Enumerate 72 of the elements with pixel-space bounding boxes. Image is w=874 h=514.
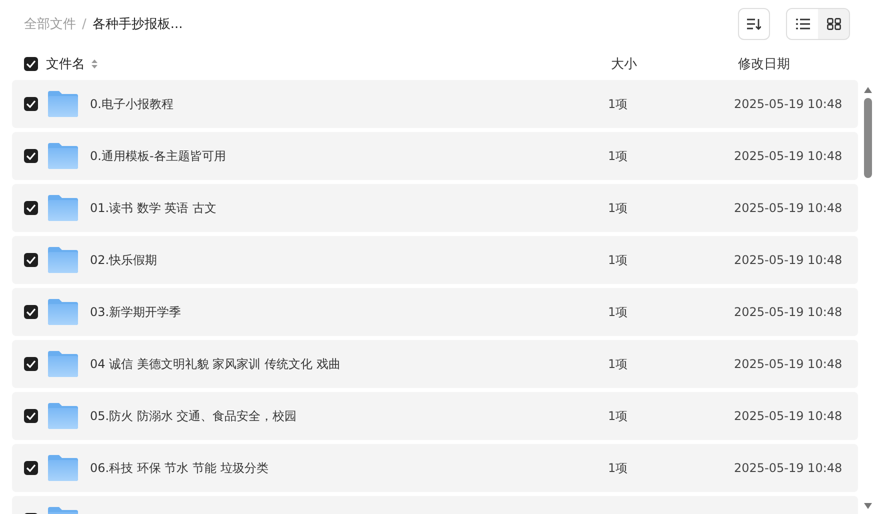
file-row[interactable]: 03.新学期开学季 1项 2025-05-19 10:48 xyxy=(12,288,858,336)
size-cell: 1项 xyxy=(608,408,628,424)
check-icon xyxy=(26,100,36,108)
folder-icon xyxy=(48,299,78,325)
size-cell: 1项 xyxy=(608,148,628,164)
file-name[interactable]: 0.通用模板-各主题皆可用 xyxy=(90,148,226,164)
checkbox[interactable] xyxy=(24,97,38,111)
checkbox[interactable] xyxy=(24,149,38,163)
checkbox[interactable] xyxy=(24,357,38,371)
folder-icon xyxy=(48,247,78,273)
size-cell: 1项 xyxy=(608,304,628,320)
checkbox[interactable] xyxy=(24,201,38,215)
scroll-up-icon[interactable] xyxy=(863,86,873,94)
file-name[interactable]: 03.新学期开学季 xyxy=(90,304,182,320)
date-cell: 2025-05-19 10:48 xyxy=(734,149,842,163)
folder-icon xyxy=(48,351,78,377)
folder-icon xyxy=(48,403,78,429)
check-icon xyxy=(26,308,36,316)
date-cell: 2025-05-19 10:48 xyxy=(734,253,842,267)
file-row[interactable]: 04 诚信 美德文明礼貌 家风家训 传统文化 戏曲 1项 2025-05-19 10:48 xyxy=(12,340,858,388)
file-row[interactable]: 0.电子小报教程 1项 2025-05-19 10:48 xyxy=(12,80,858,128)
breadcrumb-separator: / xyxy=(82,16,86,32)
file-name[interactable]: 01.读书 数学 英语 古文 xyxy=(90,200,217,216)
size-cell: 1项 xyxy=(608,252,628,268)
checkbox[interactable] xyxy=(24,409,38,423)
size-cell: 1项 xyxy=(608,200,628,216)
column-header[interactable]: 修改日期 xyxy=(738,55,790,73)
scroll-thumb[interactable] xyxy=(864,98,872,178)
file-row[interactable]: 05.防火 防溺水 交通、食品安全，校园 1项 2025-05-19 10:48 xyxy=(12,392,858,440)
file-name[interactable]: 02.快乐假期 xyxy=(90,252,158,268)
breadcrumb-link[interactable]: 各种手抄报板... xyxy=(92,15,183,33)
checkbox[interactable] xyxy=(24,305,38,319)
file-row[interactable]: 06.科技 环保 节水 节能 垃圾分类 1项 2025-05-19 10:48 xyxy=(12,444,858,492)
sort-icon xyxy=(747,18,761,30)
file-name[interactable]: 04 诚信 美德文明礼貌 家风家训 传统文化 戏曲 xyxy=(90,356,340,372)
folder-icon xyxy=(48,195,78,221)
file-row[interactable]: 01.读书 数学 英语 古文 1项 2025-05-19 10:48 xyxy=(12,184,858,232)
check-icon xyxy=(26,204,36,212)
checkbox[interactable] xyxy=(24,461,38,475)
date-cell: 2025-05-19 10:48 xyxy=(734,409,842,423)
check-icon xyxy=(26,152,36,160)
list-view-button[interactable] xyxy=(787,9,818,39)
sort-arrows-icon xyxy=(91,59,98,69)
column-header[interactable]: 大小 xyxy=(611,55,637,73)
scroll-down-icon[interactable] xyxy=(863,502,873,510)
file-name[interactable]: 06.科技 环保 节水 节能 垃圾分类 xyxy=(90,460,268,476)
file-row[interactable]: 02.快乐假期 1项 2025-05-19 10:48 xyxy=(12,236,858,284)
date-cell: 2025-05-19 10:48 xyxy=(734,201,842,215)
check-icon xyxy=(26,60,36,68)
folder-icon xyxy=(48,455,78,481)
check-icon xyxy=(26,360,36,368)
folder-icon xyxy=(48,91,78,117)
file-name[interactable]: 05.防火 防溺水 交通、食品安全，校园 xyxy=(90,408,297,424)
date-cell: 2025-05-19 10:48 xyxy=(734,97,842,111)
date-cell: 2025-05-19 10:48 xyxy=(734,357,842,371)
checkbox[interactable] xyxy=(24,253,38,267)
column-header[interactable]: 文件名 xyxy=(46,55,98,73)
size-cell: 1项 xyxy=(608,460,628,476)
folder-icon xyxy=(48,143,78,169)
checkbox[interactable] xyxy=(24,57,38,71)
check-icon xyxy=(26,412,36,420)
size-cell: 1项 xyxy=(608,356,628,372)
date-cell: 2025-05-19 10:48 xyxy=(734,461,842,475)
file-name[interactable]: 0.电子小报教程 xyxy=(90,96,174,112)
check-icon xyxy=(26,464,36,472)
list-icon xyxy=(796,18,810,30)
sort-button[interactable] xyxy=(738,8,770,40)
file-row[interactable]: 0.通用模板-各主题皆可用 1项 2025-05-19 10:48 xyxy=(12,132,858,180)
size-cell: 1项 xyxy=(608,96,628,112)
check-icon xyxy=(26,256,36,264)
grid-icon xyxy=(826,18,840,30)
date-cell: 2025-05-19 10:48 xyxy=(734,305,842,319)
